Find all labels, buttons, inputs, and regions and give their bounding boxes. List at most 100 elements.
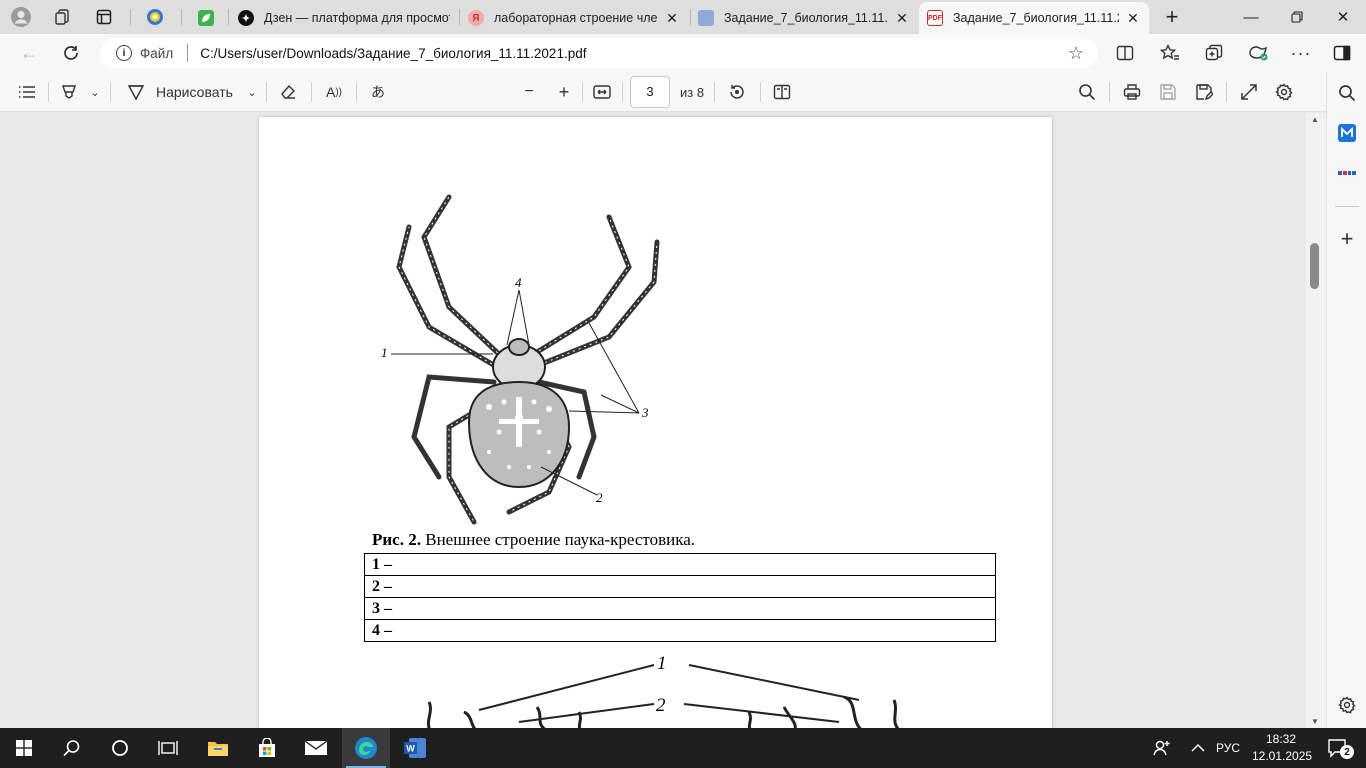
search-icon[interactable]	[1075, 80, 1099, 104]
file-explorer-icon[interactable]	[194, 728, 242, 768]
close-window-icon[interactable]: ✕	[1320, 0, 1366, 34]
fullscreen-icon[interactable]	[1237, 80, 1261, 104]
word-icon[interactable]: W	[391, 728, 439, 768]
pdf-page: 1 2 3 4 Рис. 2. Внешнее строение паука-к…	[259, 117, 1052, 728]
save-icon[interactable]	[1156, 80, 1180, 104]
figure-label: 1	[657, 653, 667, 674]
notifications-icon[interactable]: 2	[1316, 728, 1360, 768]
read-aloud-icon[interactable]: A))	[322, 80, 346, 104]
cortana-icon[interactable]	[96, 728, 144, 768]
app-icon[interactable]	[1334, 160, 1360, 186]
tab-dzen[interactable]: Дзен — платформа для просмотра	[230, 2, 458, 34]
rotate-icon[interactable]	[725, 80, 749, 104]
store-icon[interactable]	[243, 728, 291, 768]
spider-figure	[391, 194, 660, 525]
browser-essentials-icon[interactable]	[1246, 42, 1270, 64]
tab-actions-icon[interactable]	[91, 5, 117, 29]
tab-task-doc[interactable]: Задание_7_биология_11.11.2021 ✕	[690, 2, 918, 34]
table-row: 1 –	[364, 553, 996, 576]
contents-icon[interactable]	[15, 80, 39, 104]
tab-task-pdf[interactable]: PDF Задание_7_биология_11.11.2021 ✕	[919, 2, 1149, 34]
tab-pinned[interactable]	[190, 2, 226, 34]
favorite-star-icon[interactable]: ☆	[1068, 43, 1084, 64]
answer-table: 1 – 2 – 3 – 4 –	[364, 553, 996, 642]
task-view-icon[interactable]	[144, 728, 192, 768]
translate-icon[interactable]: あ	[366, 80, 390, 104]
minimize-icon[interactable]: —	[1228, 0, 1274, 34]
scheme-label: Файл	[140, 45, 174, 61]
info-icon[interactable]: i	[116, 45, 132, 61]
fit-page-icon[interactable]	[590, 80, 614, 104]
figure-label: 1	[381, 345, 388, 360]
close-tab-icon[interactable]: ✕	[664, 10, 680, 27]
address-row: ← i Файл C:/Users/user/Downloads/Задание…	[0, 34, 1366, 72]
close-tab-icon[interactable]: ✕	[1125, 10, 1141, 27]
scrollbar-thumb[interactable]	[1310, 243, 1319, 289]
sidebar-settings-icon[interactable]	[1334, 692, 1360, 718]
profile-icon[interactable]	[8, 5, 34, 29]
pdf-settings-icon[interactable]	[1272, 80, 1296, 104]
pdf-icon: PDF	[927, 10, 943, 26]
more-options-icon[interactable]: ···	[1289, 42, 1313, 64]
clock-time[interactable]: 18:32	[1266, 732, 1296, 746]
language-indicator[interactable]: РУС	[1216, 741, 1240, 755]
scroll-down-icon[interactable]: ▼	[1311, 717, 1319, 726]
tray-overflow-icon[interactable]	[1178, 728, 1218, 768]
figure-label: 2	[596, 490, 603, 505]
collections-icon[interactable]	[50, 5, 76, 29]
restore-icon[interactable]	[1274, 0, 1320, 34]
table-cell: 4 –	[364, 619, 996, 642]
collections-toolbar-icon[interactable]	[1202, 42, 1226, 64]
mail-taskbar-icon[interactable]	[292, 728, 340, 768]
table-row: 3 –	[364, 597, 996, 620]
table-row: 2 –	[364, 575, 996, 598]
add-sidebar-app-icon[interactable]: +	[1334, 226, 1360, 252]
tab-title: лабораторная строение членистоногих	[494, 11, 658, 25]
save-as-icon[interactable]	[1192, 80, 1216, 104]
pdf-toolbar: ⌄ Нарисовать ⌄ A)) あ − + 3 из 8	[0, 72, 1326, 112]
table-cell: 2 –	[364, 575, 996, 598]
eraser-icon[interactable]	[276, 80, 300, 104]
search-taskbar-icon[interactable]	[48, 728, 96, 768]
tab-search-arthropods[interactable]: Я лабораторная строение членистоногих ✕	[460, 2, 688, 34]
clock-date[interactable]: 12.01.2025	[1252, 749, 1312, 763]
vertical-scrollbar[interactable]: ▲ ▼	[1306, 113, 1326, 728]
figure-caption: Рис. 2. Внешнее строение паука-крестовик…	[372, 530, 695, 550]
back-icon[interactable]: ←	[14, 39, 44, 67]
highlight-dropdown-icon[interactable]: ⌄	[86, 80, 104, 104]
caption-text: Внешнее строение паука-крестовика.	[420, 530, 696, 549]
sidebar-search-icon[interactable]	[1334, 80, 1360, 106]
scroll-up-icon[interactable]: ▲	[1311, 115, 1319, 124]
address-bar[interactable]: i Файл C:/Users/user/Downloads/Задание_7…	[100, 38, 1098, 68]
edge-taskbar-icon[interactable]	[342, 728, 390, 768]
figure-label: 4	[515, 275, 522, 290]
refresh-icon[interactable]	[56, 39, 86, 67]
table-cell: 1 –	[364, 553, 996, 576]
tab-strip: Дзен — платформа для просмотра Я лаборат…	[0, 0, 1366, 34]
url-text[interactable]: C:/Users/user/Downloads/Задание_7_биолог…	[200, 46, 586, 61]
start-icon[interactable]	[0, 728, 48, 768]
split-screen-icon[interactable]	[1113, 42, 1137, 64]
draw-button[interactable]: Нарисовать	[156, 80, 233, 104]
figure-label: 2	[656, 695, 666, 716]
highlight-icon[interactable]	[58, 80, 80, 104]
page-total: из 8	[680, 84, 705, 100]
page-view-icon[interactable]	[770, 80, 794, 104]
edge-profile-tab-icon[interactable]	[142, 5, 168, 29]
print-icon[interactable]	[1120, 80, 1144, 104]
pdf-viewport[interactable]: 1 2 3 4 Рис. 2. Внешнее строение паука-к…	[0, 113, 1306, 728]
edge-sidebar: +	[1326, 72, 1366, 728]
tab-title: Задание_7_биология_11.11.2021	[724, 11, 888, 25]
zoom-in-icon[interactable]: +	[553, 80, 575, 104]
doc-icon	[698, 10, 714, 26]
page-number-input[interactable]: 3	[630, 76, 670, 108]
draw-icon[interactable]	[124, 80, 148, 104]
sidebar-toggle-icon[interactable]	[1330, 42, 1354, 64]
favorites-icon[interactable]	[1158, 42, 1182, 64]
zoom-out-icon[interactable]: −	[518, 80, 540, 104]
close-tab-icon[interactable]: ✕	[894, 10, 910, 27]
leaf-icon	[198, 10, 214, 26]
mail-app-icon[interactable]	[1334, 120, 1360, 146]
draw-dropdown-icon[interactable]: ⌄	[244, 80, 260, 104]
new-tab-icon[interactable]: +	[1159, 4, 1185, 29]
